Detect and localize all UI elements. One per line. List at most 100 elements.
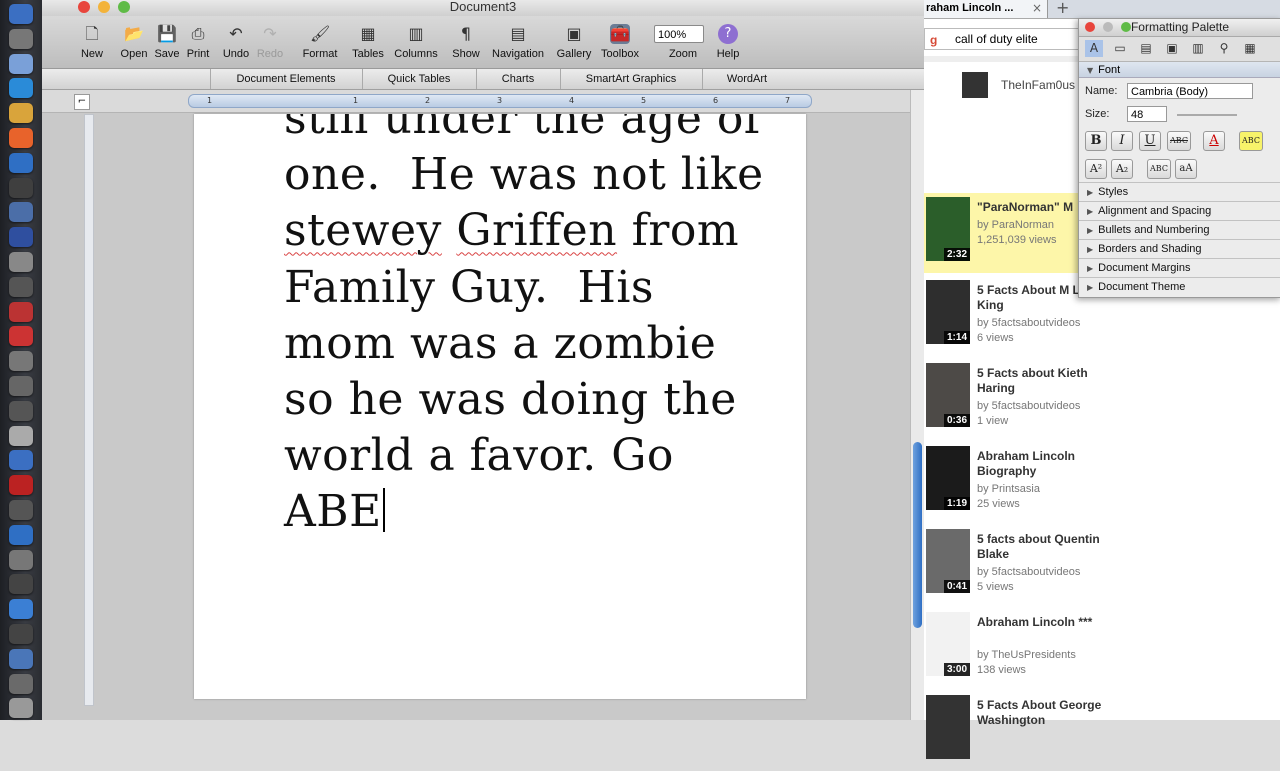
- video-uploader[interactable]: by Printsasia: [977, 483, 1040, 495]
- gallery-toolbar-button[interactable]: ▣ Gallery: [552, 22, 596, 66]
- new-tab-icon[interactable]: +: [1056, 0, 1069, 17]
- video-thumbnail[interactable]: 3:00: [926, 612, 970, 676]
- formatting-palette-icon[interactable]: A: [1085, 40, 1103, 57]
- strikethrough-button[interactable]: ABC: [1167, 131, 1191, 151]
- video-thumbnail[interactable]: [926, 695, 970, 759]
- navigation-toolbar-button[interactable]: ▤ Navigation: [488, 22, 548, 66]
- scrapbook-icon[interactable]: ▣: [1163, 40, 1181, 57]
- citations-icon[interactable]: ▤: [1137, 40, 1155, 57]
- document-body-text[interactable]: still under the age of one. He was not li…: [284, 114, 763, 541]
- video-thumbnail[interactable]: 2:32: [926, 197, 970, 261]
- misspelled-word[interactable]: stewey: [284, 205, 442, 256]
- font-size-slider[interactable]: [1177, 114, 1237, 116]
- palette-section-borders-and-shading[interactable]: ▶ Borders and Shading: [1079, 239, 1280, 257]
- show-toolbar-button[interactable]: ¶ Show: [446, 22, 486, 66]
- ribbon-tab-document-elements[interactable]: Document Elements: [210, 69, 361, 89]
- tab-close-icon[interactable]: ×: [1032, 0, 1042, 16]
- channel-name[interactable]: TheInFam0us: [1001, 78, 1075, 92]
- dock-app-icon[interactable]: [9, 698, 33, 719]
- dock-app-icon[interactable]: [9, 252, 33, 272]
- dock-app-icon[interactable]: [9, 549, 33, 570]
- palette-section-document-theme[interactable]: ▶ Document Theme: [1079, 277, 1280, 295]
- dock-app-icon[interactable]: [9, 475, 33, 496]
- palette-minimize-button[interactable]: [1103, 22, 1113, 32]
- video-title[interactable]: 5 Facts About George Washington: [977, 698, 1127, 728]
- video-title[interactable]: 5 facts about Quentin Blake: [977, 532, 1127, 562]
- dock-app-icon[interactable]: [9, 673, 33, 694]
- dock-app-icon[interactable]: [9, 400, 33, 421]
- new-toolbar-button[interactable]: 🗋 New: [70, 22, 114, 66]
- print-toolbar-button[interactable]: ⎙ Print: [179, 22, 217, 66]
- dock-app-icon[interactable]: [9, 28, 33, 49]
- dock-app-icon[interactable]: [9, 276, 33, 297]
- italic-button[interactable]: I: [1111, 131, 1133, 151]
- video-title[interactable]: 5 Facts about Kieth Haring: [977, 366, 1127, 396]
- video-title[interactable]: Abraham Lincoln ***: [977, 615, 1127, 630]
- palette-section-styles[interactable]: ▶ Styles: [1079, 182, 1280, 200]
- dock-app-icon[interactable]: [9, 103, 33, 124]
- tables-toolbar-button[interactable]: ▦ Tables: [348, 22, 388, 66]
- video-thumbnail[interactable]: 0:36: [926, 363, 970, 427]
- subscript-button[interactable]: A₂: [1111, 159, 1133, 179]
- object-palette-icon[interactable]: ▭: [1111, 40, 1129, 57]
- dock-app-icon[interactable]: [9, 78, 33, 99]
- dock-app-icon[interactable]: [9, 624, 33, 644]
- ribbon-tab-charts[interactable]: Charts: [476, 69, 559, 89]
- dock-app-icon[interactable]: [9, 376, 33, 396]
- palette-close-button[interactable]: [1085, 22, 1095, 32]
- reference-tools-icon[interactable]: ▥: [1189, 40, 1207, 57]
- scroll-thumb[interactable]: [913, 442, 922, 628]
- project-palette-icon[interactable]: ▦: [1241, 40, 1259, 57]
- palette-section-bullets-and-numbering[interactable]: ▶ Bullets and Numbering: [1079, 220, 1280, 238]
- bold-button[interactable]: B: [1085, 131, 1107, 151]
- dock-app-icon[interactable]: [9, 227, 33, 248]
- dock-app-icon[interactable]: [9, 425, 33, 446]
- palette-section-document-margins[interactable]: ▶ Document Margins: [1079, 258, 1280, 276]
- video-thumbnail[interactable]: 1:14: [926, 280, 970, 344]
- ribbon-tab-quick-tables[interactable]: Quick Tables: [362, 69, 475, 89]
- browser-tab[interactable]: raham Lincoln ...: [924, 0, 1048, 18]
- video-title[interactable]: Abraham Lincoln Biography: [977, 449, 1127, 479]
- dock-app-icon[interactable]: [9, 599, 33, 620]
- dock-app-icon[interactable]: [9, 351, 33, 372]
- dock-app-icon[interactable]: [9, 202, 33, 223]
- dock-app-icon[interactable]: [9, 574, 33, 595]
- channel-avatar[interactable]: [962, 72, 988, 98]
- small-caps-button[interactable]: ABC: [1147, 159, 1171, 179]
- video-list-item[interactable]: 3:00 Abraham Lincoln *** by TheUsPresident…: [924, 608, 1280, 688]
- palette-zoom-button[interactable]: [1121, 22, 1131, 32]
- all-caps-button[interactable]: aA: [1175, 159, 1197, 179]
- video-list-item[interactable]: 5 Facts About George Washington: [924, 691, 1280, 771]
- misspelled-word[interactable]: Griffen: [456, 205, 617, 256]
- font-color-button[interactable]: A: [1203, 131, 1225, 151]
- video-list-item[interactable]: 0:36 5 Facts about Kieth Haring by 5factsa…: [924, 359, 1280, 439]
- tab-stop-selector[interactable]: ⌐: [74, 94, 90, 110]
- help-toolbar-button[interactable]: ? Help: [710, 22, 746, 66]
- dock-app-icon[interactable]: [9, 500, 33, 520]
- vertical-scrollbar[interactable]: [910, 90, 925, 720]
- dock-app-icon[interactable]: [9, 524, 33, 545]
- dock-app-icon[interactable]: [9, 648, 33, 669]
- compatibility-icon[interactable]: ⚲: [1215, 40, 1233, 57]
- toolbox-toolbar-button[interactable]: 🧰 Toolbox: [594, 22, 646, 66]
- zoom-select[interactable]: 100%: [654, 25, 704, 43]
- video-list-item[interactable]: 0:41 5 facts about Quentin Blake by 5facts…: [924, 525, 1280, 605]
- video-thumbnail[interactable]: 0:41: [926, 529, 970, 593]
- redo-toolbar-button[interactable]: ↷ Redo: [250, 22, 290, 66]
- font-size-field[interactable]: 48: [1127, 106, 1167, 122]
- dock-app-icon[interactable]: [9, 450, 33, 471]
- font-section-header[interactable]: ▼ Font: [1079, 62, 1280, 78]
- dock-app-icon[interactable]: [9, 177, 33, 198]
- format-toolbar-button[interactable]: 🖌 Format: [296, 22, 344, 66]
- horizontal-ruler[interactable]: 1 1 2 3 4 5 6 7: [188, 94, 812, 108]
- video-list-item[interactable]: 1:19 Abraham Lincoln Biography by Printsas…: [924, 442, 1280, 522]
- dock-app-icon[interactable]: [9, 4, 33, 24]
- highlight-button[interactable]: ABC: [1239, 131, 1263, 151]
- video-uploader[interactable]: by TheUsPresidents: [977, 649, 1076, 661]
- ribbon-tab-smartart-graphics[interactable]: SmartArt Graphics: [560, 69, 701, 89]
- ribbon-tab-wordart[interactable]: WordArt: [702, 69, 791, 89]
- video-thumbnail[interactable]: 1:19: [926, 446, 970, 510]
- underline-button[interactable]: U: [1139, 131, 1161, 151]
- dock-app-icon[interactable]: [9, 53, 33, 74]
- font-name-field[interactable]: Cambria (Body): [1127, 83, 1253, 99]
